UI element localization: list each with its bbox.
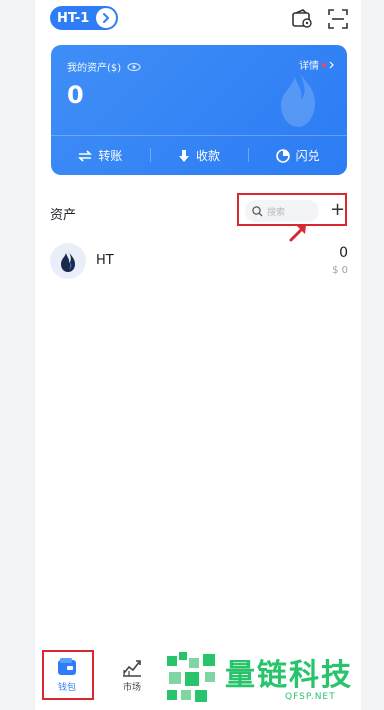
flame-logo-icon [281,69,315,127]
watermark-brand: 量链科技 [225,658,353,693]
highlight-box-wallet [42,650,94,700]
watermark-logo: 量链科技 QFSP.NET [165,650,380,705]
total-assets-value: 0 [67,81,84,109]
asset-card: 我的资产($) 详情 0 转账 收款 闪兑 [51,45,347,175]
asset-fiat-value: $ 0 [332,265,348,276]
receive-icon [179,149,189,162]
watermark-emblem-icon [167,652,215,702]
wallet-manage-icon[interactable] [291,8,313,30]
swap-icon [275,148,290,163]
receive-button[interactable]: 收款 [149,136,249,175]
scan-icon[interactable] [327,8,349,30]
card-actions: 转账 收款 闪兑 [51,136,347,175]
ht-coin-icon [50,243,86,279]
asset-row-ht[interactable]: HT 0 $ 0 [50,243,348,283]
market-chart-icon [123,660,141,677]
chain-label: HT-1 [57,10,90,26]
total-assets-label: 我的资产($) [67,59,141,74]
assets-section-title: 资产 [50,208,77,223]
notification-dot [322,62,326,67]
asset-symbol: HT [96,253,114,268]
transfer-button[interactable]: 转账 [51,136,150,175]
wallet-screen: HT-1 我的资产($) 详情 0 转账 收款 闪兑 资产 搜索 + HT 0 … [35,0,361,710]
swap-button[interactable]: 闪兑 [248,136,347,175]
watermark-domain: QFSP.NET [285,692,336,702]
tab-market[interactable]: 市场 [110,656,154,700]
annotation-arrow-icon [289,225,306,242]
chain-selector[interactable]: HT-1 [50,6,118,30]
eye-icon[interactable] [127,62,141,72]
chevron-right-icon [96,8,116,28]
tab-market-label: 市场 [122,683,141,693]
transfer-icon [78,149,93,162]
asset-balance: 0 [339,245,348,261]
